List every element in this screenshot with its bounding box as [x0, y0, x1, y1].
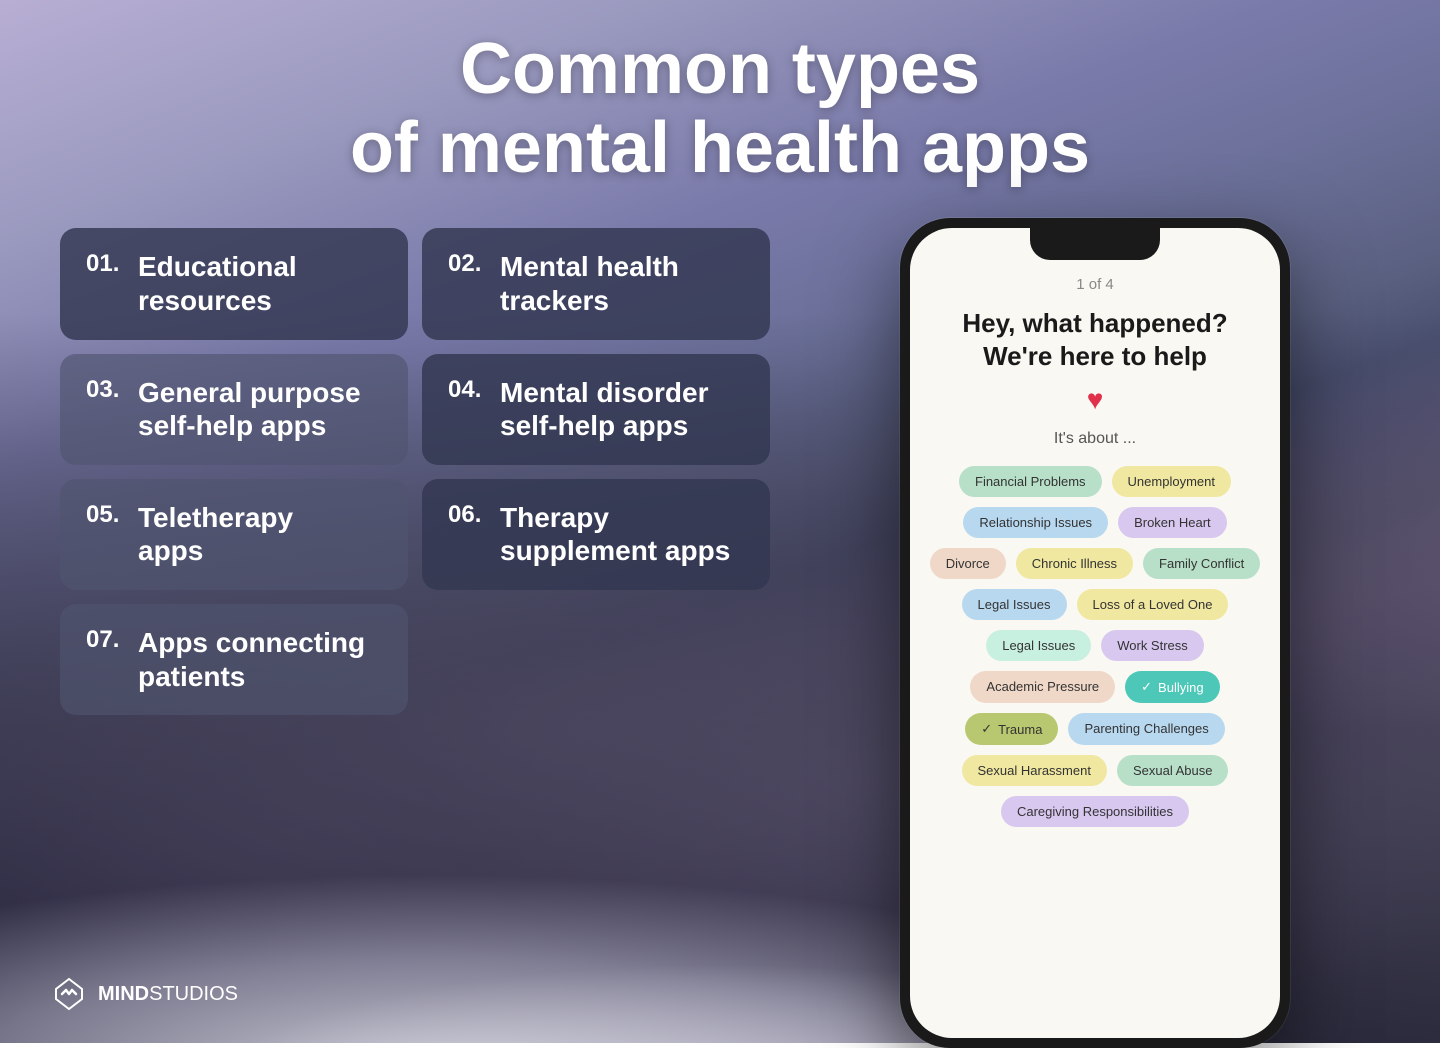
- tag-0[interactable]: Financial Problems: [959, 466, 1102, 497]
- phone-subtitle: It's about ...: [1054, 430, 1136, 448]
- tag-14[interactable]: Parenting Challenges: [1068, 713, 1224, 745]
- heart-icon: ♥: [1087, 384, 1104, 416]
- card-label-02: Mental healthtrackers: [500, 250, 679, 317]
- tag-7[interactable]: Legal Issues: [962, 589, 1067, 620]
- logo-light: STUDIOS: [149, 983, 238, 1005]
- title-section: Common types of mental health apps: [350, 0, 1090, 188]
- tag-1[interactable]: Unemployment: [1112, 466, 1231, 497]
- tag-6[interactable]: Family Conflict: [1143, 548, 1260, 579]
- card-label-01: Educationalresources: [138, 250, 297, 317]
- card-label-06: Therapysupplement apps: [500, 501, 730, 568]
- app-card-01: 01. Educationalresources: [60, 228, 408, 339]
- phone-device: 1 of 4 Hey, what happened?We're here to …: [900, 218, 1290, 1048]
- tags-container: Financial Problems UnemploymentRelationsh…: [910, 466, 1280, 827]
- card-label-03: General purposeself-help apps: [138, 376, 361, 443]
- app-card-06: 06. Therapysupplement apps: [422, 479, 770, 590]
- app-card-02: 02. Mental healthtrackers: [422, 228, 770, 339]
- cards-grid: 01. Educationalresources 02. Mental healtht…: [40, 218, 790, 1048]
- tag-9[interactable]: Legal Issues: [986, 630, 1091, 661]
- tag-16[interactable]: Sexual Abuse: [1117, 755, 1229, 786]
- card-number-06: 06.: [448, 501, 488, 529]
- logo-area: MINDSTUDIOS: [50, 975, 238, 1013]
- card-label-05: Teletherapyapps: [138, 501, 293, 568]
- card-number-01: 01.: [86, 250, 126, 278]
- mindstudios-logo-icon: [50, 975, 88, 1013]
- main-content: Common types of mental health apps 01. Ed…: [0, 0, 1440, 1043]
- tag-3[interactable]: Broken Heart: [1118, 507, 1227, 538]
- card-number-05: 05.: [86, 501, 126, 529]
- tag-11[interactable]: Academic Pressure: [970, 671, 1115, 703]
- app-card-05: 05. Teletherapyapps: [60, 479, 408, 590]
- logo-text: MINDSTUDIOS: [98, 983, 238, 1006]
- phone-screen: 1 of 4 Hey, what happened?We're here to …: [910, 228, 1280, 1038]
- tag-12[interactable]: ✓Bullying: [1125, 671, 1219, 703]
- phone-heading: Hey, what happened?We're here to help: [942, 307, 1247, 372]
- card-label-07: Apps connectingpatients: [138, 626, 365, 693]
- tag-8[interactable]: Loss of a Loved One: [1077, 589, 1229, 620]
- phone-section: 1 of 4 Hey, what happened?We're here to …: [790, 218, 1400, 1048]
- main-title: Common types of mental health apps: [350, 30, 1090, 188]
- phone-notch: [1030, 228, 1160, 260]
- card-number-02: 02.: [448, 250, 488, 278]
- card-number-07: 07.: [86, 626, 126, 654]
- logo-bold: MIND: [98, 983, 149, 1005]
- phone-pagination: 1 of 4: [1076, 276, 1114, 293]
- tag-13[interactable]: ✓Trauma: [965, 713, 1058, 745]
- title-line1: Common types: [460, 29, 980, 109]
- tag-17[interactable]: Caregiving Responsibilities: [1001, 796, 1189, 827]
- card-number-03: 03.: [86, 376, 126, 404]
- card-number-04: 04.: [448, 376, 488, 404]
- app-card-03: 03. General purposeself-help apps: [60, 354, 408, 465]
- tag-5[interactable]: Chronic Illness: [1016, 548, 1133, 579]
- card-label-04: Mental disorderself-help apps: [500, 376, 708, 443]
- app-card-07: 07. Apps connectingpatients: [60, 604, 408, 715]
- body-section: 01. Educationalresources 02. Mental healtht…: [0, 218, 1440, 1048]
- title-line2: of mental health apps: [350, 108, 1090, 188]
- tag-4[interactable]: Divorce: [930, 548, 1006, 579]
- tag-10[interactable]: Work Stress: [1101, 630, 1204, 661]
- app-card-04: 04. Mental disorderself-help apps: [422, 354, 770, 465]
- tag-2[interactable]: Relationship Issues: [963, 507, 1108, 538]
- tag-15[interactable]: Sexual Harassment: [962, 755, 1107, 786]
